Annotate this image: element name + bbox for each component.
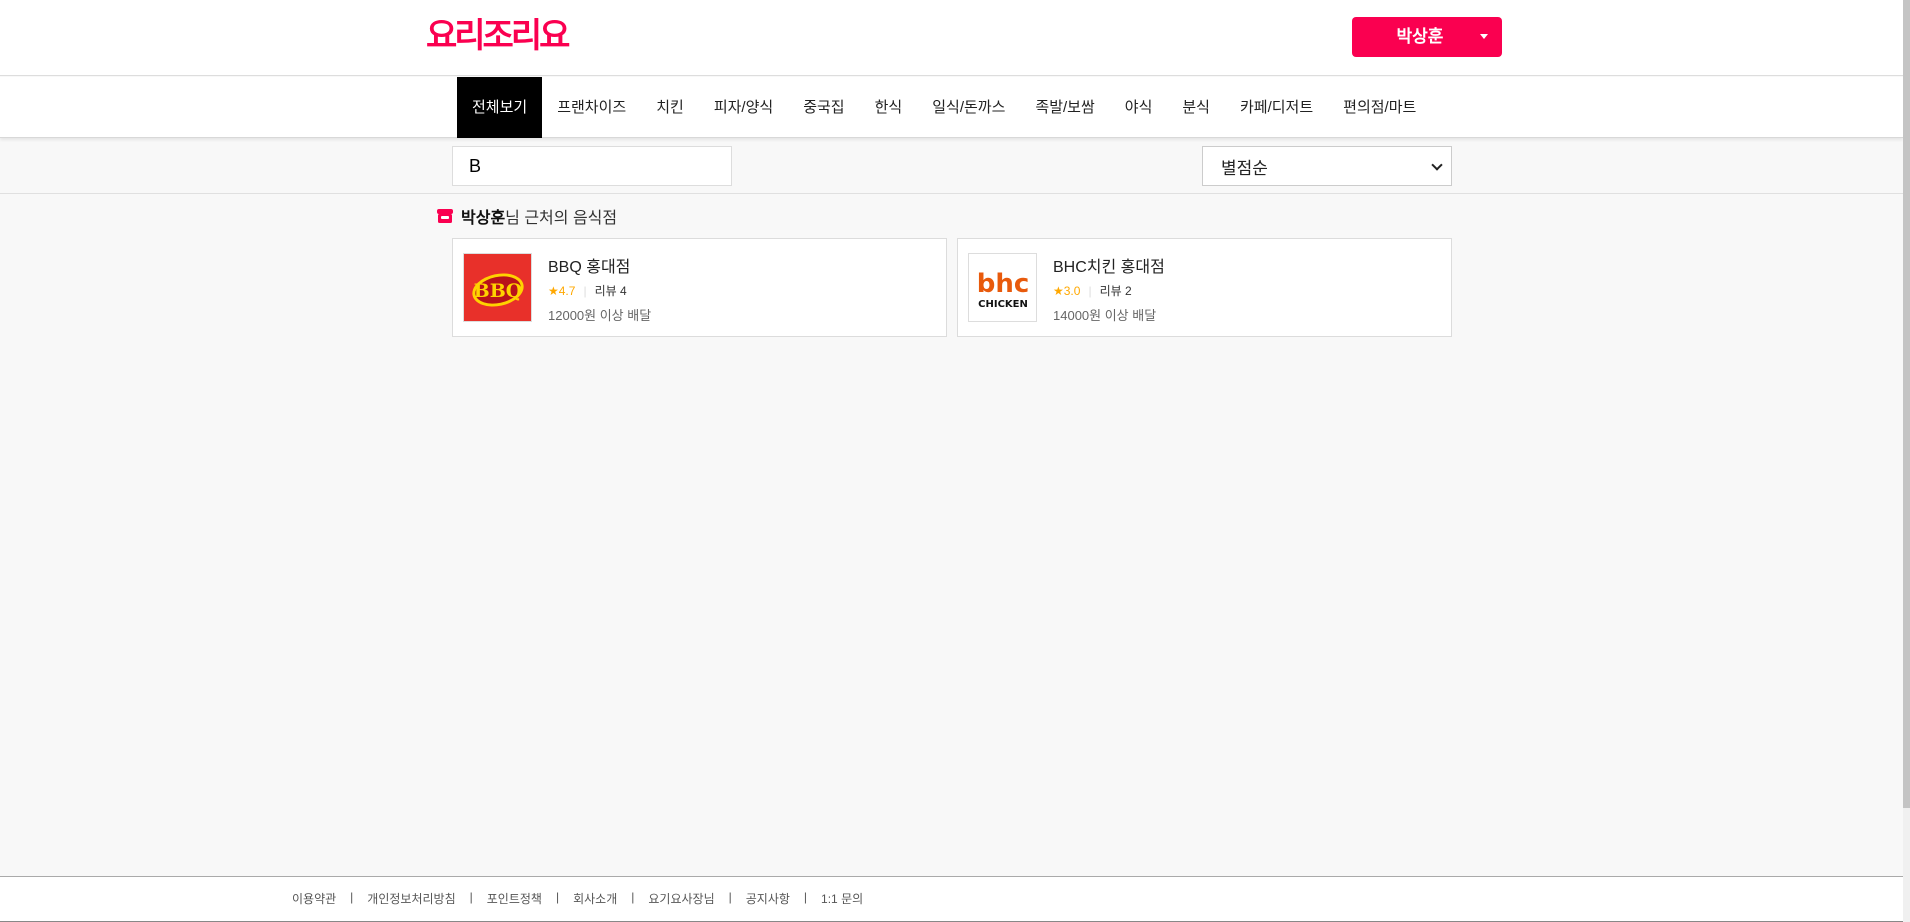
- user-name: 박상훈: [1396, 27, 1444, 46]
- footer-link-about[interactable]: 회사소개: [573, 890, 617, 907]
- footer-link-privacy[interactable]: 개인정보처리방침: [367, 890, 455, 907]
- category-tab-chicken[interactable]: 치킨: [641, 77, 699, 138]
- caret-down-icon: [1480, 34, 1488, 39]
- restaurant-logo-bbq: BBQ: [463, 253, 532, 322]
- restaurant-meta: ★4.7 | 리뷰 4: [548, 282, 627, 299]
- svg-text:CHICKEN: CHICKEN: [978, 299, 1028, 310]
- min-order: 14000원 이상 배달: [1053, 308, 1157, 323]
- divider: |: [469, 890, 473, 904]
- category-tab-convenience[interactable]: 편의점/마트: [1328, 77, 1431, 138]
- divider: |: [1088, 283, 1092, 298]
- category-list: 전체보기 프랜차이즈 치킨 피자/양식 중국집 한식 일식/돈까스 족발/보쌈 …: [457, 77, 1431, 138]
- rating: ★3.0: [1053, 283, 1081, 298]
- user-menu-button[interactable]: 박상훈: [1352, 17, 1502, 57]
- header: 요리조리요 박상훈: [0, 0, 1903, 76]
- svg-text:BBQ: BBQ: [474, 280, 523, 302]
- divider: |: [803, 890, 808, 904]
- logo[interactable]: 요리조리요: [426, 16, 570, 56]
- sort-select[interactable]: 별점순: [1202, 146, 1452, 186]
- category-tab-snack[interactable]: 분식: [1167, 77, 1225, 138]
- chevron-down-icon: [1431, 159, 1443, 171]
- divider: |: [728, 890, 732, 904]
- divider: |: [555, 890, 560, 904]
- section-title: 박상훈 님 근처의 음식점: [436, 204, 617, 228]
- category-tab-all[interactable]: 전체보기: [457, 77, 543, 138]
- category-tab-korean[interactable]: 한식: [860, 77, 918, 138]
- footer: 이용약관 | 개인정보처리방침 | 포인트정책 | 회사소개 | 요기요사장님 …: [0, 876, 1903, 922]
- min-order: 12000원 이상 배달: [548, 308, 652, 323]
- footer-link-owner[interactable]: 요기요사장님: [648, 890, 714, 907]
- restaurant-card[interactable]: bhc CHICKEN BHC치킨 홍대점 ★3.0 | 리뷰 2 14000원…: [957, 238, 1452, 337]
- section-suffix: 님 근처의 음식점: [505, 210, 618, 227]
- restaurant-name: BHC치킨 홍대점: [1053, 259, 1165, 276]
- review-count: 리뷰 2: [1099, 284, 1132, 298]
- category-nav: 전체보기 프랜차이즈 치킨 피자/양식 중국집 한식 일식/돈까스 족발/보쌈 …: [0, 77, 1903, 138]
- restaurant-logo-bhc: bhc CHICKEN: [968, 253, 1037, 322]
- store-icon: [436, 208, 454, 224]
- category-tab-chinese[interactable]: 중국집: [788, 77, 859, 138]
- category-tab-late-night[interactable]: 야식: [1110, 77, 1168, 138]
- footer-link-terms[interactable]: 이용약관: [292, 890, 336, 907]
- restaurant-meta: ★3.0 | 리뷰 2: [1053, 282, 1132, 299]
- divider: |: [583, 283, 587, 298]
- scrollbar-thumb[interactable]: [1903, 0, 1910, 808]
- category-tab-jokbal[interactable]: 족발/보쌈: [1020, 77, 1109, 138]
- footer-link-inquiry[interactable]: 1:1 문의: [821, 890, 863, 907]
- category-tab-japanese[interactable]: 일식/돈까스: [917, 77, 1020, 138]
- restaurant-name: BBQ 홍대점: [548, 259, 631, 276]
- footer-links: 이용약관 | 개인정보처리방침 | 포인트정책 | 회사소개 | 요기요사장님 …: [292, 890, 863, 907]
- rating: ★4.7: [548, 283, 576, 298]
- divider: |: [631, 890, 635, 904]
- review-count: 리뷰 4: [594, 284, 627, 298]
- footer-link-points[interactable]: 포인트정책: [487, 890, 542, 907]
- section-user-name: 박상훈: [461, 210, 506, 227]
- toolbar: 별점순: [0, 139, 1903, 194]
- category-tab-franchise[interactable]: 프랜차이즈: [542, 77, 641, 138]
- category-tab-cafe[interactable]: 카페/디저트: [1225, 77, 1328, 138]
- restaurant-card[interactable]: BBQ BBQ 홍대점 ★4.7 | 리뷰 4 12000원 이상 배달: [452, 238, 947, 337]
- divider: |: [350, 890, 354, 904]
- search-input[interactable]: [452, 146, 732, 186]
- svg-text:bhc: bhc: [977, 269, 1030, 299]
- sort-selected-value: 별점순: [1221, 158, 1268, 178]
- category-tab-pizza[interactable]: 피자/양식: [699, 77, 788, 138]
- footer-link-notice[interactable]: 공지사항: [746, 890, 790, 907]
- scrollbar[interactable]: [1903, 0, 1910, 922]
